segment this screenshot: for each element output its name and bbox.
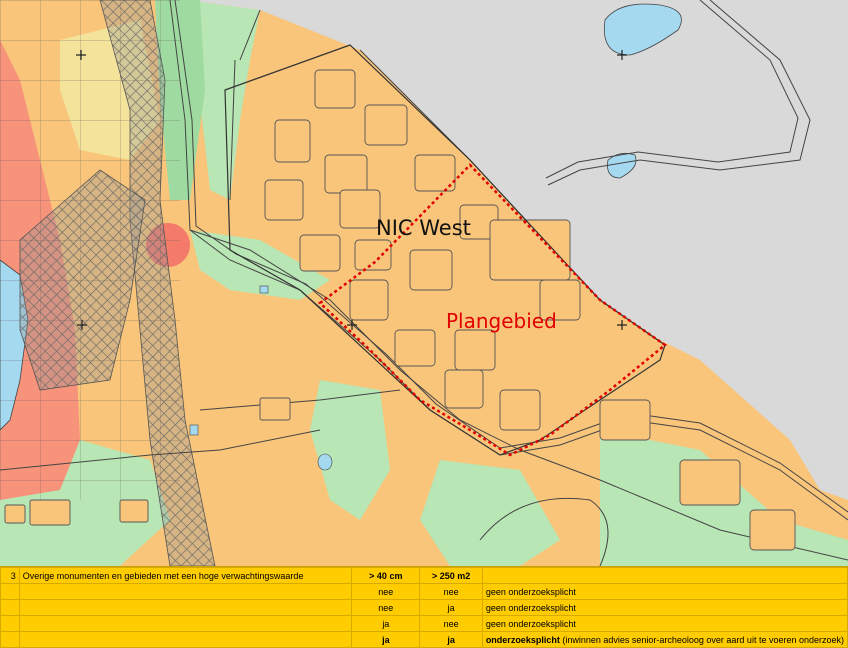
depth-header: > 40 cm: [351, 567, 421, 584]
plangebied-label: Plangebied: [446, 309, 557, 333]
legend-table: 3 Overige monumenten en gebieden met een…: [0, 566, 848, 648]
obligation-text: onderzoeksplicht (inwinnen advies senior…: [481, 631, 848, 648]
row-number: 3: [0, 567, 20, 584]
obligation-text: geen onderzoeksplicht: [481, 583, 848, 600]
grid-lines: [0, 0, 180, 500]
archaeology-map: [0, 0, 848, 566]
legend-row: ja ja onderzoeksplicht (inwinnen advies …: [0, 631, 848, 648]
water-body: [317, 453, 333, 471]
obligation-text: geen onderzoeksplicht: [481, 615, 848, 632]
legend-header-row: 3 Overige monumenten en gebieden met een…: [0, 567, 848, 584]
depth-value: nee: [351, 583, 421, 600]
area-value: nee: [419, 615, 483, 632]
area-value: nee: [419, 583, 483, 600]
depth-value: ja: [351, 615, 421, 632]
legend-row: nee nee geen onderzoeksplicht: [0, 583, 848, 600]
area-value: ja: [419, 599, 483, 616]
legend-cell: [481, 567, 848, 584]
area-header: > 250 m2: [419, 567, 483, 584]
depth-value: nee: [351, 599, 421, 616]
depth-value: ja: [351, 631, 421, 648]
area-value: ja: [419, 631, 483, 648]
map-canvas[interactable]: NIC West Plangebied: [0, 0, 848, 566]
legend-row: nee ja geen onderzoeksplicht: [0, 599, 848, 616]
legend-category: Overige monumenten en gebieden met een h…: [18, 567, 353, 584]
water-body: [189, 424, 199, 436]
water-body: [259, 285, 269, 294]
obligation-note: (inwinnen advies senior-archeoloog over …: [559, 634, 844, 645]
obligation-text: geen onderzoeksplicht: [481, 599, 848, 616]
legend-row: ja nee geen onderzoeksplicht: [0, 615, 848, 632]
obligation-bold: onderzoeksplicht: [485, 634, 560, 645]
nic-west-label: NIC West: [376, 216, 471, 240]
